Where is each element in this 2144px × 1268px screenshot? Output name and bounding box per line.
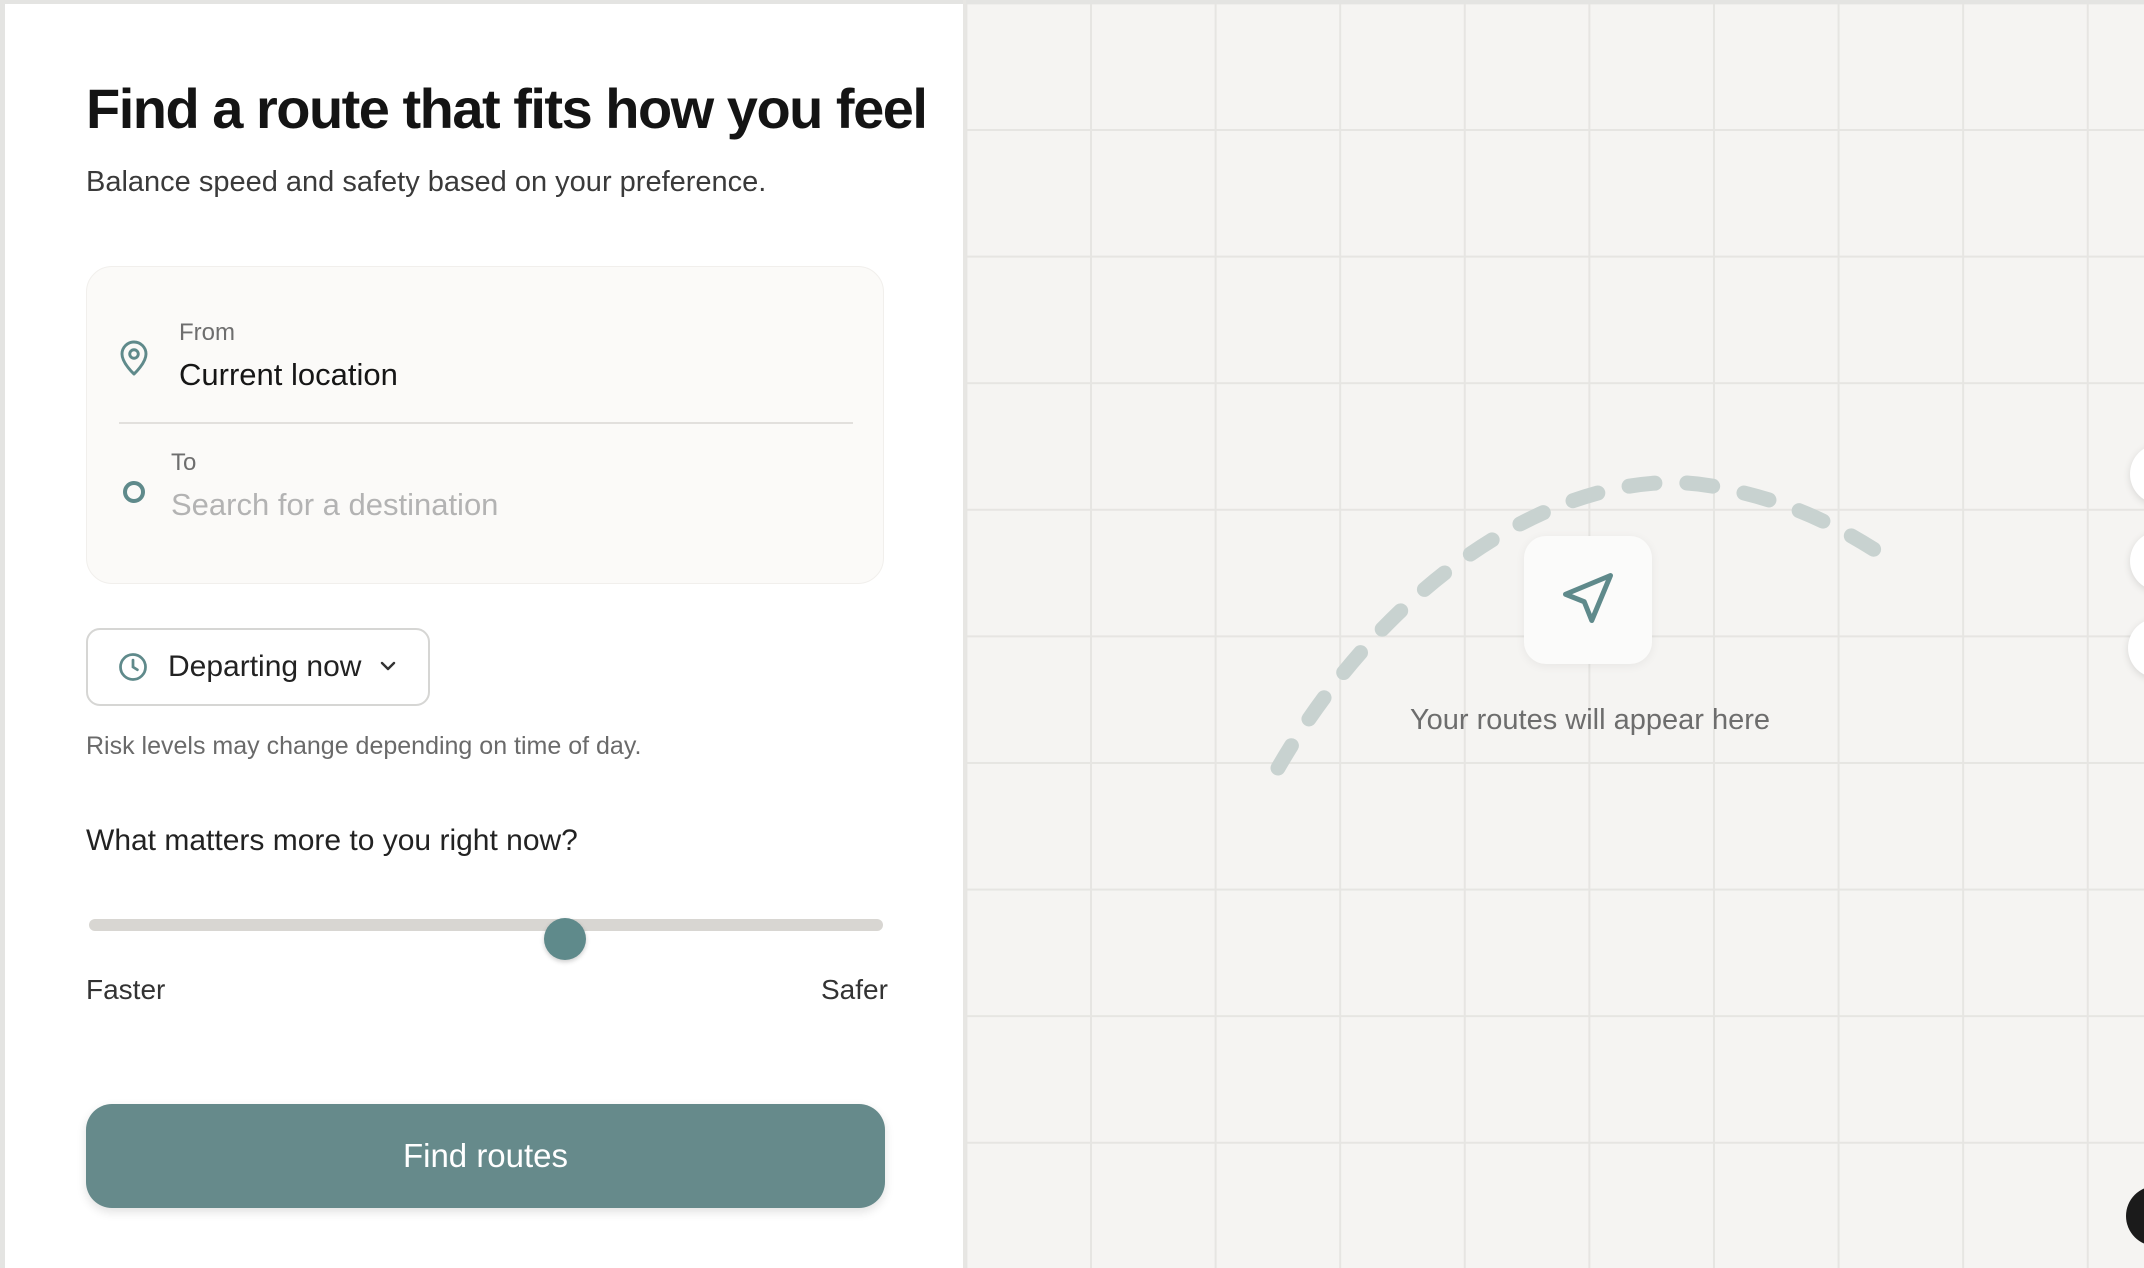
location-card: From Current location To Search for a de… [86,266,884,584]
page-subtitle: Balance speed and safety based on your p… [86,166,767,198]
clock-icon [119,653,147,681]
page-title: Find a route that fits how you feel [86,77,928,140]
to-label: To [171,449,197,476]
preference-question: What matters more to you right now? [86,824,578,857]
map-empty-state-text: Your routes will appear here [1409,704,1771,736]
departure-selected-value: Departing now [168,650,362,683]
destination-search-input[interactable]: Search for a destination [171,487,498,523]
chevron-down-icon [380,661,396,671]
from-label: From [179,319,235,346]
speed-safety-slider-thumb[interactable] [544,918,587,960]
field-divider [119,422,853,424]
navigation-arrow-icon [1563,573,1613,623]
slider-max-label: Safer [821,974,888,1005]
map-area[interactable]: Your routes will appear here [966,4,2144,1268]
departure-time-dropdown[interactable]: Departing now [86,628,430,706]
location-pin-icon [120,340,148,376]
risk-note: Risk levels may change depending on time… [86,732,642,760]
navigation-card [1524,536,1652,664]
destination-circle-icon [123,481,145,503]
find-routes-button[interactable]: Find routes [86,1104,885,1208]
route-planner-panel: Find a route that fits how you feel Bala… [5,4,965,1268]
from-field[interactable]: Current location [179,357,398,393]
speed-safety-slider-track[interactable] [89,919,883,931]
slider-min-label: Faster [86,974,166,1005]
